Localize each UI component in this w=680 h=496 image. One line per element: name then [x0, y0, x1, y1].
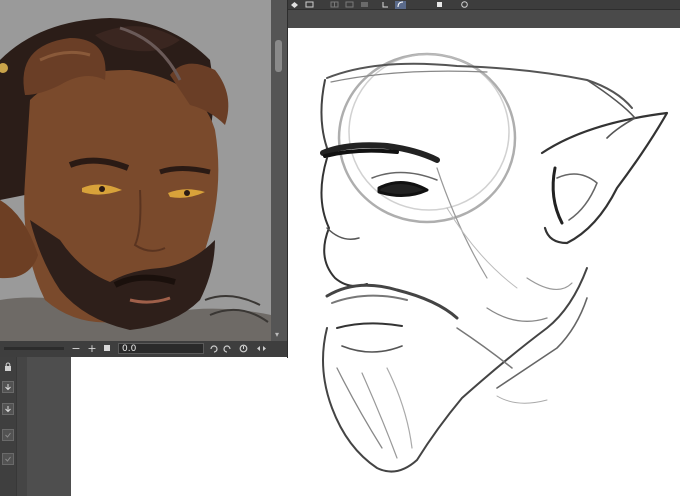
curve-icon[interactable] — [395, 0, 406, 9]
checkbox-icon[interactable] — [2, 429, 14, 441]
layer-tool-column — [0, 357, 16, 496]
rotation-angle-field[interactable]: 0.0 — [118, 343, 204, 354]
move-down-alt-icon[interactable] — [2, 403, 14, 415]
rotate-left-icon[interactable] — [208, 343, 219, 354]
layer-scrollbar[interactable] — [16, 357, 27, 496]
bracket-icon[interactable] — [380, 1, 391, 9]
scroll-down-icon[interactable]: ▾ — [275, 331, 279, 339]
reference-statusbar: − + 0.0 — [0, 341, 287, 357]
canvas-toolbar — [287, 0, 680, 9]
copy-icon[interactable] — [434, 1, 445, 9]
layer-icon[interactable] — [289, 1, 300, 9]
scrollbar-thumb[interactable] — [275, 40, 282, 72]
zoom-in-button[interactable]: + — [86, 342, 98, 355]
flip-icon[interactable] — [256, 343, 267, 354]
zoom-slider[interactable] — [4, 347, 64, 350]
layer-list[interactable] — [27, 357, 71, 496]
layer-panel — [0, 357, 71, 496]
lock-icon[interactable] — [2, 361, 14, 373]
frame-icon[interactable] — [304, 1, 315, 9]
face-sketch — [320, 52, 669, 473]
grid-icon[interactable] — [329, 1, 340, 9]
ruler-icon[interactable] — [359, 1, 370, 9]
canvas-subbar — [287, 9, 680, 28]
reference-vertical-scrollbar[interactable]: ▾ — [271, 0, 287, 341]
canvas-area-left — [71, 357, 287, 496]
drawing-canvas[interactable] — [287, 28, 680, 496]
checkbox-alt-icon[interactable] — [2, 453, 14, 465]
zoom-out-button[interactable]: − — [70, 342, 82, 355]
move-down-icon[interactable] — [2, 381, 14, 393]
rotate-right-icon[interactable] — [222, 343, 233, 354]
speech-icon[interactable] — [459, 1, 470, 9]
stop-icon[interactable] — [104, 345, 110, 351]
reference-image[interactable] — [0, 0, 271, 341]
reference-window: ▾ − + 0.0 — [0, 0, 288, 358]
crop-icon[interactable] — [344, 1, 355, 9]
reset-rotation-icon[interactable] — [238, 343, 249, 354]
